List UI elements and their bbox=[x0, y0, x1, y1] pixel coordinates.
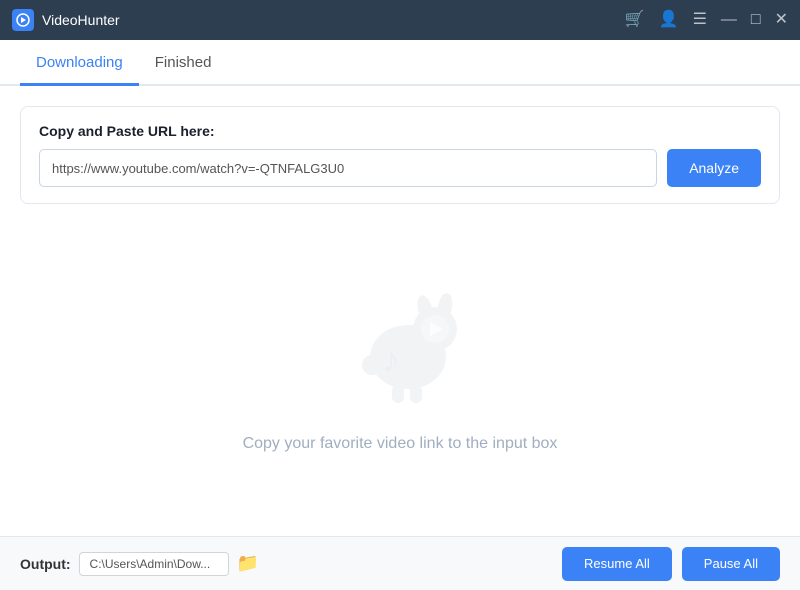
app-logo bbox=[12, 9, 34, 31]
titlebar: VideoHunter 🛒 👤 ☰ — □ ✕ bbox=[0, 0, 800, 40]
titlebar-controls: 🛒 👤 ☰ — □ ✕ bbox=[625, 12, 788, 28]
analyze-button[interactable]: Analyze bbox=[667, 149, 761, 187]
maximize-icon[interactable]: □ bbox=[751, 12, 761, 28]
minimize-icon[interactable]: — bbox=[721, 12, 737, 28]
menu-icon[interactable]: ☰ bbox=[693, 12, 707, 28]
content-area: Copy and Paste URL here: Analyze bbox=[0, 86, 800, 536]
output-path: C:\Users\Admin\Dow... bbox=[79, 552, 229, 576]
cart-icon[interactable]: 🛒 bbox=[625, 12, 645, 28]
empty-state-message: Copy your favorite video link to the inp… bbox=[243, 435, 558, 453]
svg-text:♪: ♪ bbox=[382, 339, 400, 380]
empty-state: ♪ Copy your favorite video link to the i… bbox=[20, 224, 780, 516]
url-label: Copy and Paste URL here: bbox=[39, 123, 761, 139]
tab-downloading[interactable]: Downloading bbox=[20, 40, 139, 86]
folder-icon[interactable]: 📁 bbox=[237, 553, 259, 574]
output-label: Output: bbox=[20, 556, 71, 572]
main-content: Downloading Finished Copy and Paste URL … bbox=[0, 40, 800, 590]
footer-bar: Output: C:\Users\Admin\Dow... 📁 Resume A… bbox=[0, 536, 800, 590]
close-icon[interactable]: ✕ bbox=[775, 12, 788, 28]
tab-finished[interactable]: Finished bbox=[139, 40, 228, 86]
url-section: Copy and Paste URL here: Analyze bbox=[20, 106, 780, 204]
url-input-row: Analyze bbox=[39, 149, 761, 187]
titlebar-left: VideoHunter bbox=[12, 9, 120, 31]
url-input[interactable] bbox=[39, 149, 657, 187]
pause-all-button[interactable]: Pause All bbox=[682, 547, 780, 581]
account-icon[interactable]: 👤 bbox=[659, 12, 679, 28]
empty-illustration: ♪ bbox=[320, 257, 480, 417]
output-section: Output: C:\Users\Admin\Dow... 📁 bbox=[20, 552, 259, 576]
resume-all-button[interactable]: Resume All bbox=[562, 547, 672, 581]
footer-buttons: Resume All Pause All bbox=[562, 547, 780, 581]
tab-bar: Downloading Finished bbox=[0, 40, 800, 86]
app-title: VideoHunter bbox=[42, 12, 120, 28]
